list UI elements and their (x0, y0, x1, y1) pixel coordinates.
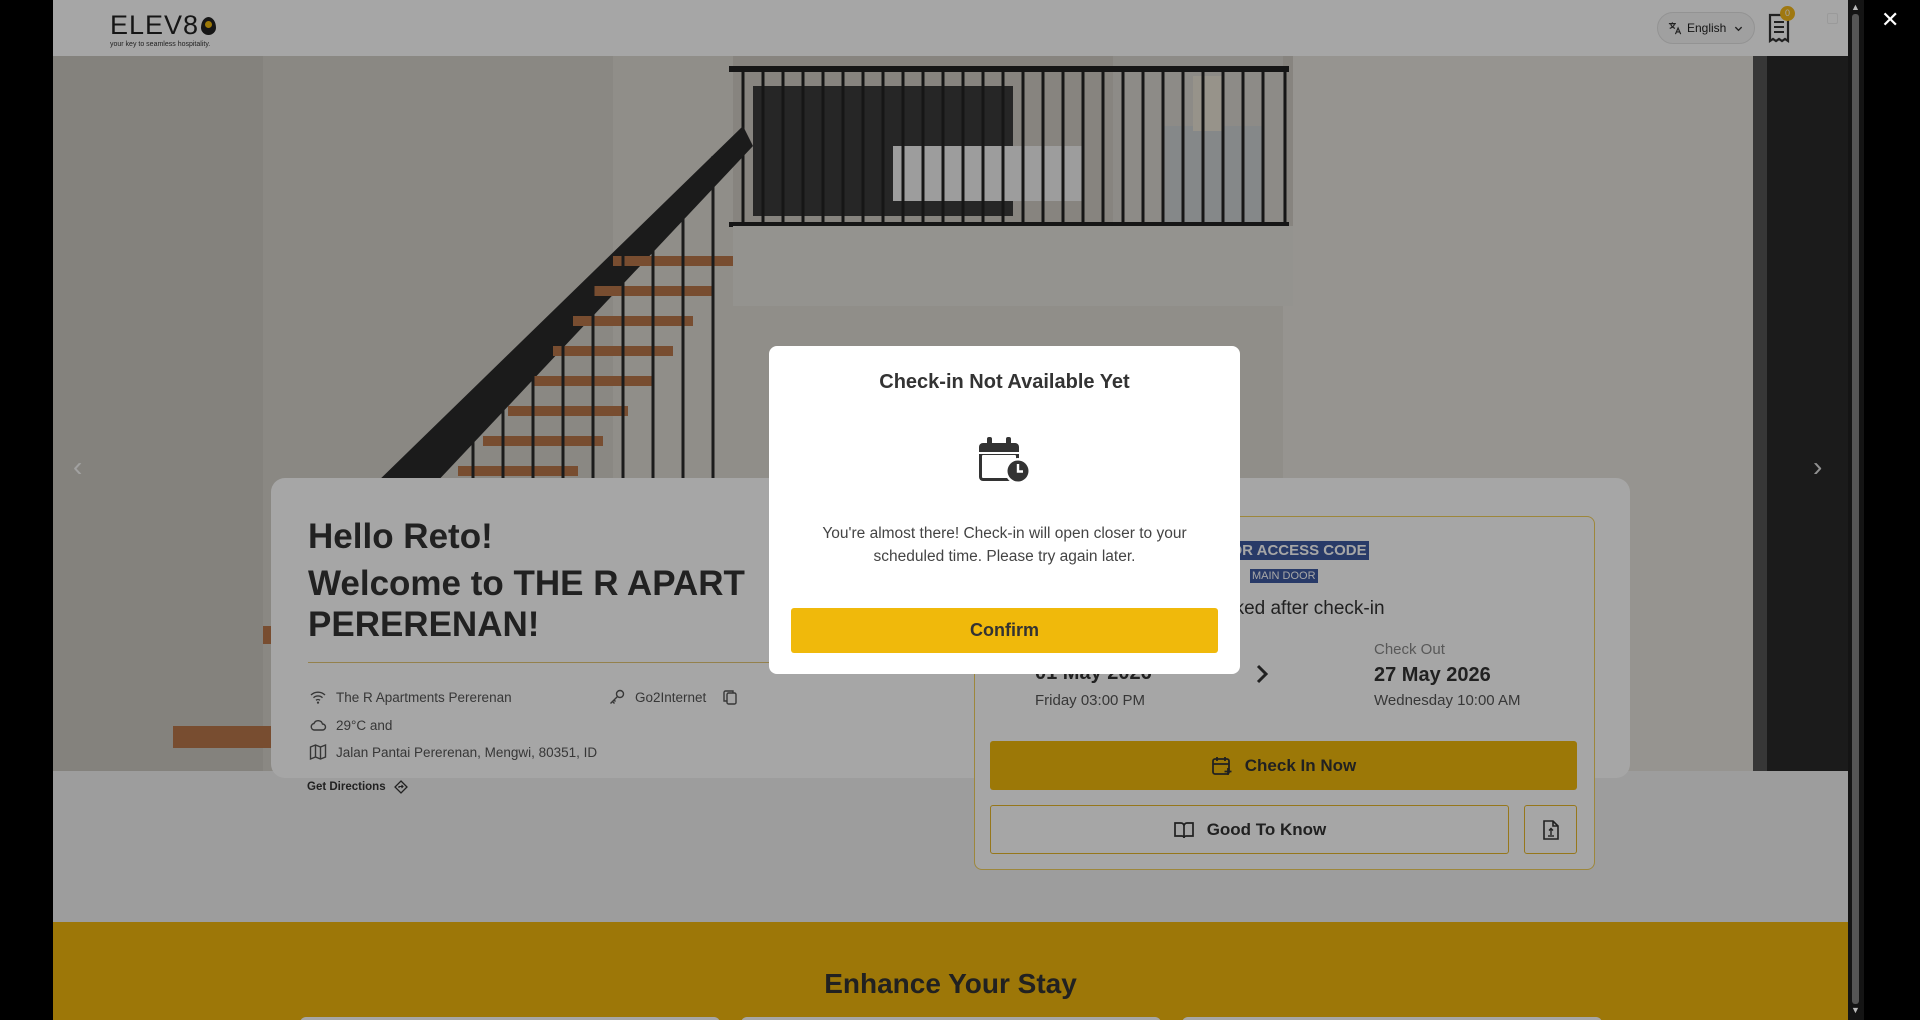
dialog-title: Check-in Not Available Yet (879, 371, 1130, 393)
scroll-down-icon[interactable]: ▼ (1851, 1006, 1860, 1015)
scrollbar-thumb[interactable] (1852, 14, 1859, 1004)
confirm-button[interactable]: Confirm (791, 608, 1218, 653)
scroll-up-icon[interactable]: ▲ (1851, 3, 1860, 12)
checkin-unavailable-dialog: Check-in Not Available Yet You're almost… (769, 346, 1240, 674)
close-icon[interactable]: ✕ (1881, 7, 1899, 33)
restore-icon[interactable] (1827, 13, 1838, 24)
guest-portal-page: ELEV8 your key to seamless hospitality. … (53, 0, 1848, 1020)
dialog-message: You're almost there! Check-in will open … (822, 525, 1187, 565)
image-viewer: ELEV8 your key to seamless hospitality. … (0, 0, 1920, 1020)
calendar-clock-icon (979, 437, 1031, 484)
